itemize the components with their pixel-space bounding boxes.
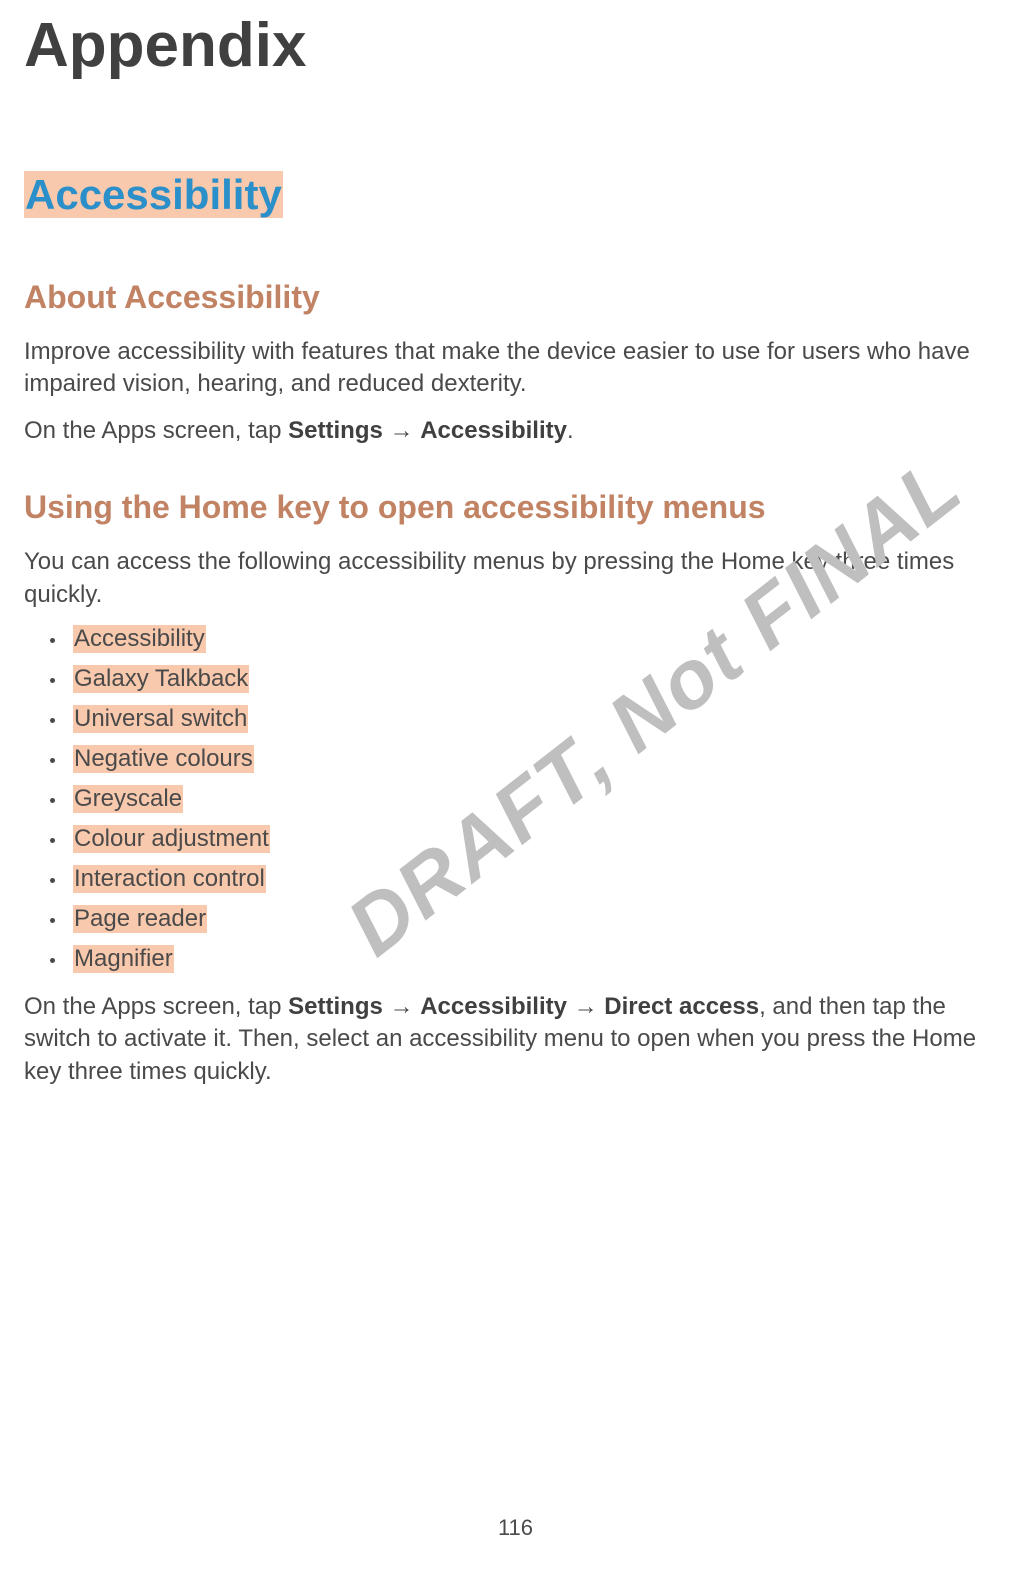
- list-item-label: Magnifier: [73, 945, 174, 973]
- accessibility-menu-list: Accessibility Galaxy Talkback Universal …: [24, 625, 1011, 973]
- list-item: Negative colours: [50, 745, 1011, 773]
- bullet-icon: [50, 678, 55, 683]
- bullet-icon: [50, 798, 55, 803]
- list-item-label: Colour adjustment: [73, 825, 270, 853]
- list-item: Greyscale: [50, 785, 1011, 813]
- bullet-icon: [50, 918, 55, 923]
- bold-settings: Settings: [288, 993, 383, 1020]
- bullet-icon: [50, 758, 55, 763]
- bullet-icon: [50, 638, 55, 643]
- text: On the Apps screen, tap: [24, 417, 288, 444]
- list-item: Colour adjustment: [50, 825, 1011, 853]
- about-paragraph-1: Improve accessibility with features that…: [24, 336, 1011, 401]
- list-item: Magnifier: [50, 945, 1011, 973]
- list-item: Interaction control: [50, 865, 1011, 893]
- list-item: Universal switch: [50, 705, 1011, 733]
- bullet-icon: [50, 838, 55, 843]
- page-title: Appendix: [24, 10, 1011, 81]
- list-item-label: Negative colours: [73, 745, 254, 773]
- arrow-text: →: [383, 993, 420, 1020]
- bold-settings: Settings: [288, 417, 383, 444]
- section-heading-accessibility: Accessibility: [24, 171, 1011, 219]
- list-item: Accessibility: [50, 625, 1011, 653]
- list-item: Galaxy Talkback: [50, 665, 1011, 693]
- arrow-text: →: [383, 417, 420, 444]
- page-number: 116: [0, 1515, 1031, 1541]
- list-item-label: Interaction control: [73, 865, 266, 893]
- about-paragraph-2: On the Apps screen, tap Settings → Acces…: [24, 415, 1011, 447]
- arrow-text: →: [567, 993, 604, 1020]
- bold-direct-access: Direct access: [604, 993, 759, 1020]
- list-item-label: Page reader: [73, 905, 207, 933]
- list-item-label: Universal switch: [73, 705, 248, 733]
- bold-accessibility: Accessibility: [420, 993, 567, 1020]
- list-item-label: Galaxy Talkback: [73, 665, 249, 693]
- homekey-paragraph-1: You can access the following accessibili…: [24, 546, 1011, 611]
- bullet-icon: [50, 718, 55, 723]
- bullet-icon: [50, 958, 55, 963]
- subsection-home-key: Using the Home key to open accessibility…: [24, 489, 1011, 526]
- bold-accessibility: Accessibility: [420, 417, 567, 444]
- list-item-label: Greyscale: [73, 785, 183, 813]
- list-item: Page reader: [50, 905, 1011, 933]
- text: On the Apps screen, tap: [24, 993, 288, 1020]
- homekey-paragraph-2: On the Apps screen, tap Settings → Acces…: [24, 991, 1011, 1088]
- list-item-label: Accessibility: [73, 625, 206, 653]
- subsection-about-accessibility: About Accessibility: [24, 279, 1011, 316]
- text: .: [567, 417, 574, 444]
- bullet-icon: [50, 878, 55, 883]
